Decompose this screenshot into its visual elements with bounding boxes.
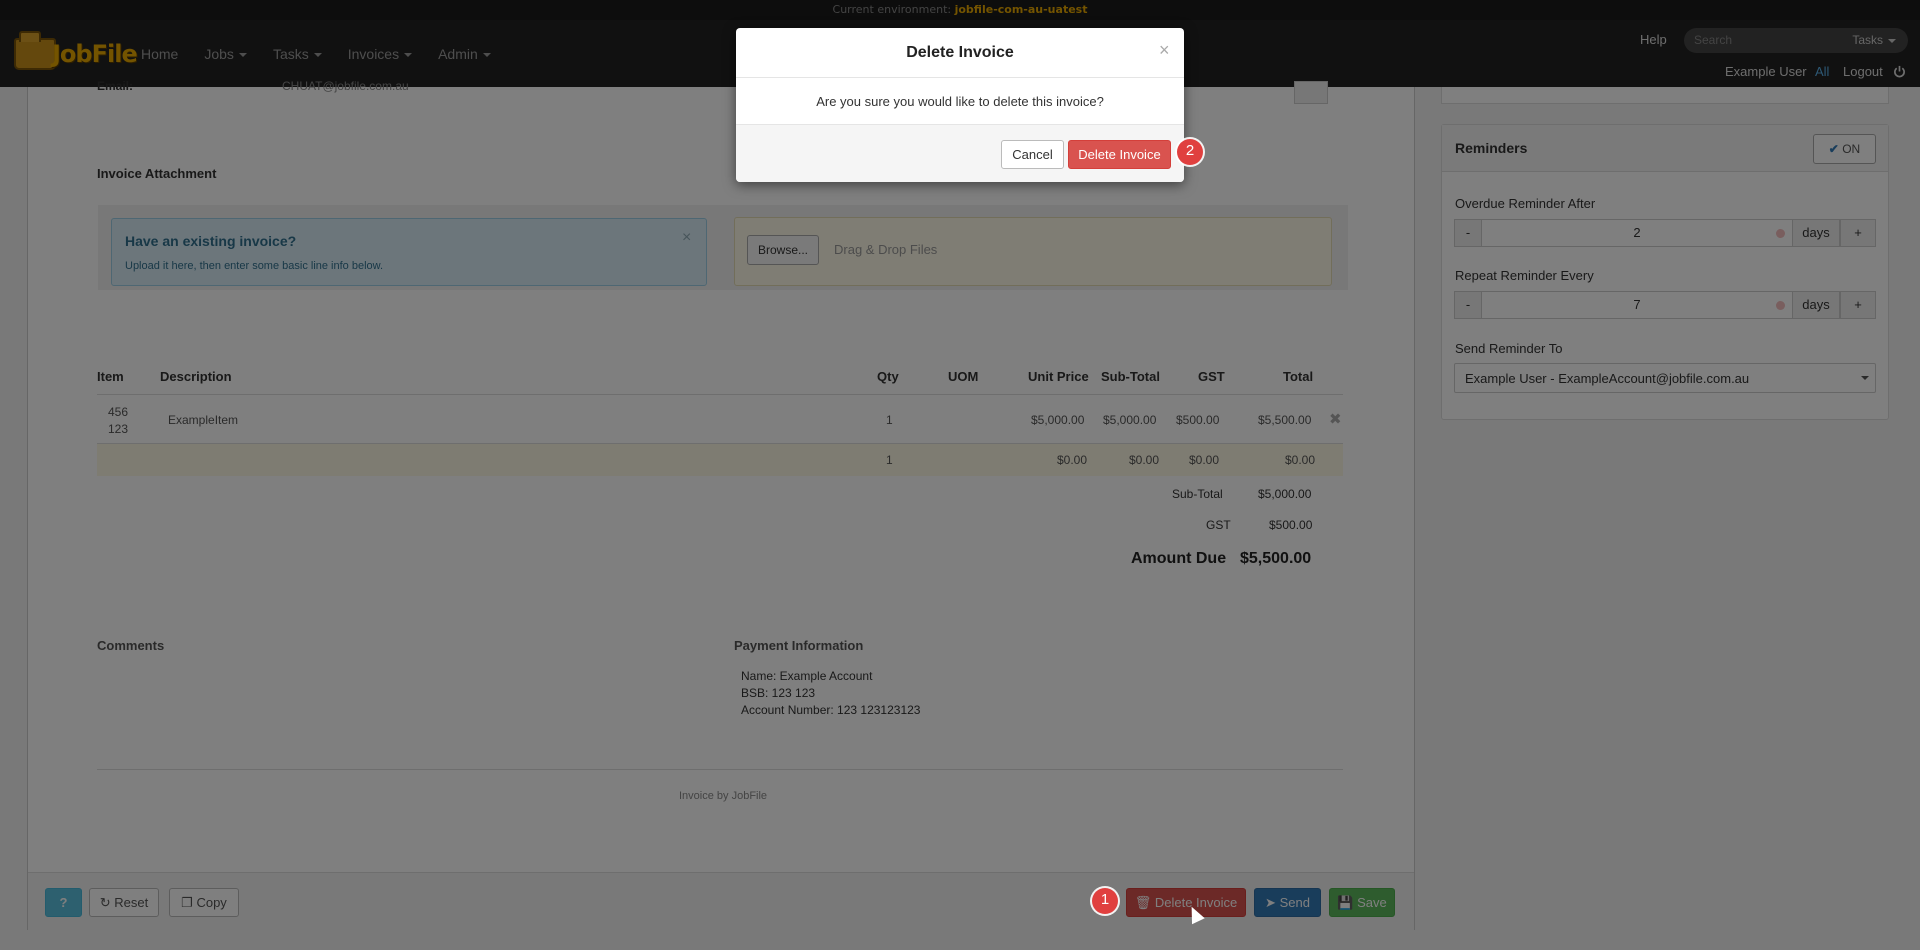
modal-cancel-button[interactable]: Cancel bbox=[1001, 140, 1064, 169]
modal-header: Delete Invoice × bbox=[736, 28, 1184, 78]
modal-close-icon[interactable]: × bbox=[1159, 40, 1170, 61]
delete-invoice-modal: Delete Invoice × Are you sure you would … bbox=[736, 28, 1184, 182]
modal-title: Delete Invoice bbox=[906, 44, 1014, 61]
step-badge-2: 2 bbox=[1177, 139, 1203, 165]
modal-message: Are you sure you would like to delete th… bbox=[816, 94, 1104, 109]
modal-confirm-delete-button[interactable]: Delete Invoice bbox=[1068, 140, 1171, 169]
step-badge-1: 1 bbox=[1092, 888, 1118, 914]
modal-footer: Cancel Delete Invoice bbox=[736, 124, 1184, 182]
